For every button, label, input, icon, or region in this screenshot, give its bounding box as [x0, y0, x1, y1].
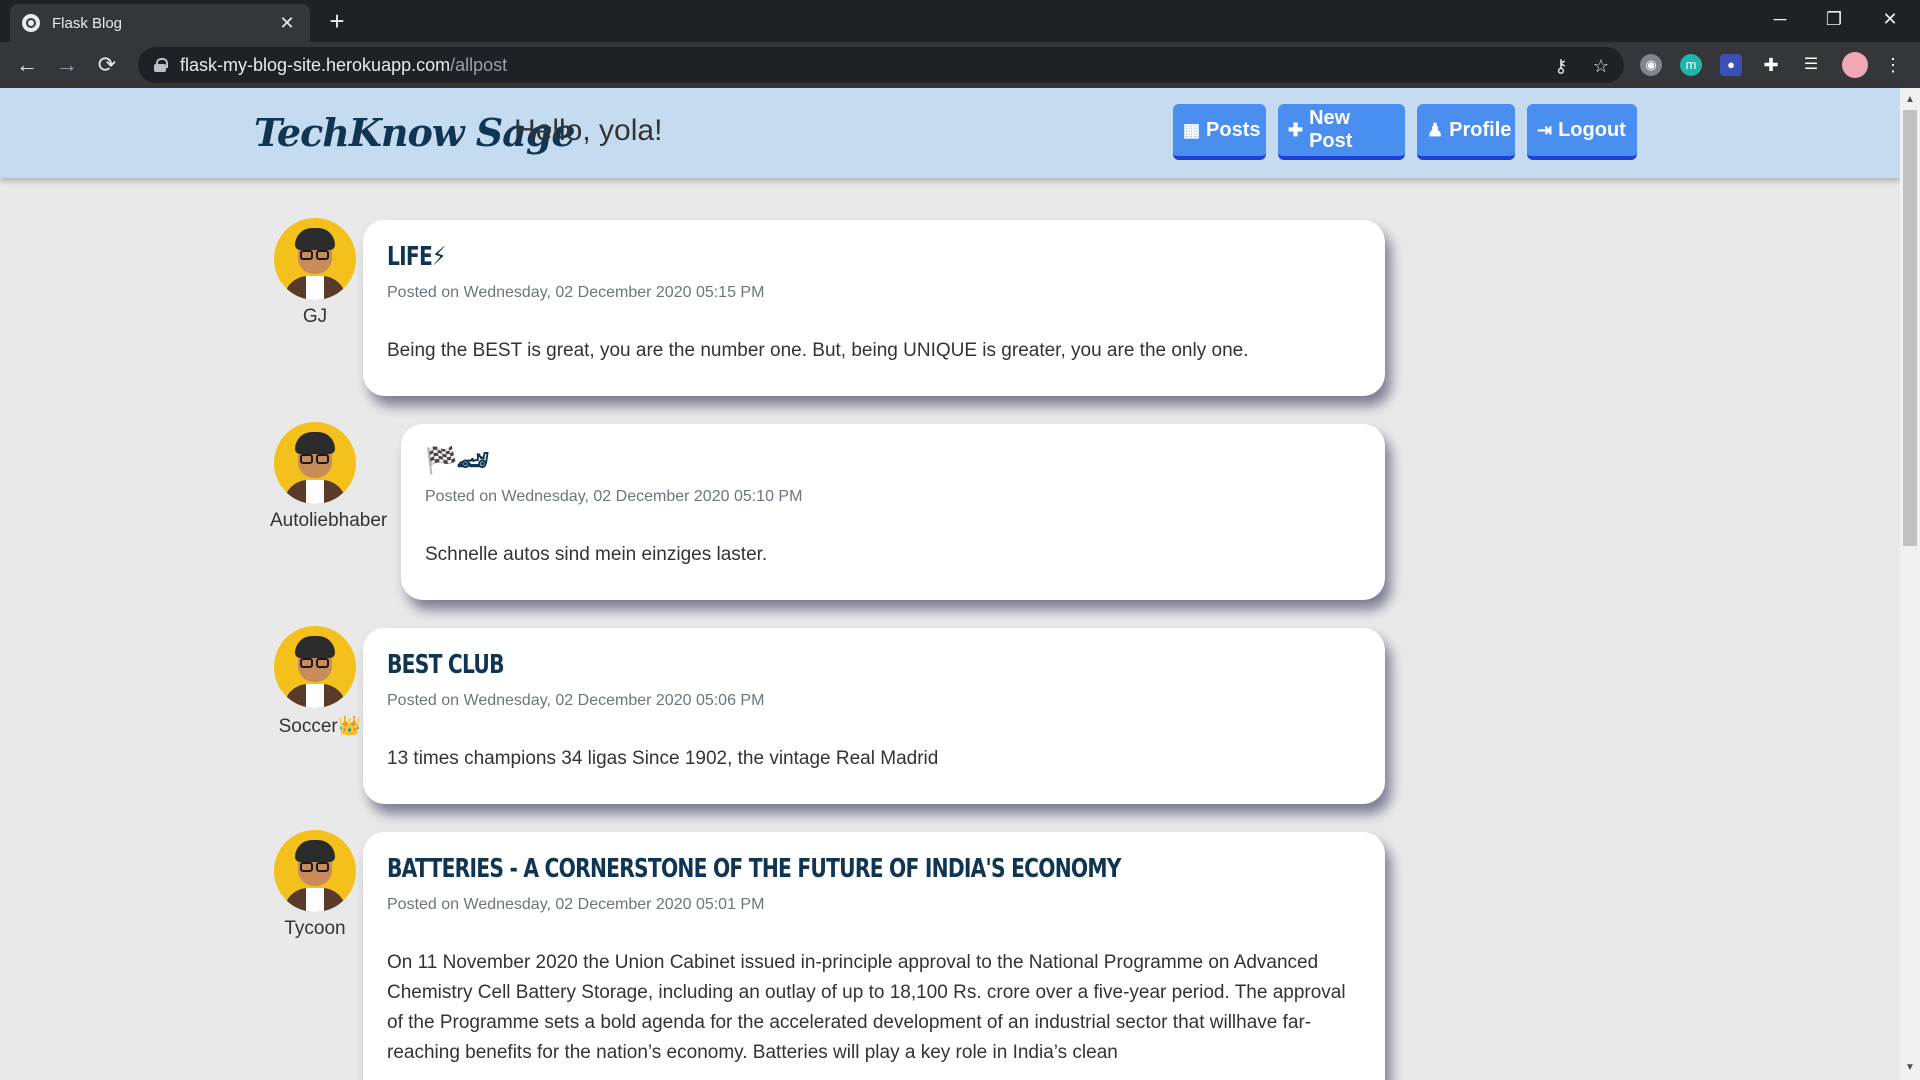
nav-logout-label: Logout [1558, 118, 1626, 141]
avatar [274, 830, 356, 912]
avatar [274, 422, 356, 504]
browser-tabstrip: Flask Blog ✕ + ─ ❐ ✕ [0, 0, 1920, 42]
post-card: 🏁🏎 Posted on Wednesday, 02 December 2020… [401, 424, 1385, 600]
post-date: Posted on Wednesday, 02 December 2020 05… [387, 692, 765, 709]
post-card: BATTERIES - A CORNERSTONE OF THE FUTURE … [363, 832, 1385, 1080]
scrollbar-thumb[interactable] [1903, 110, 1917, 546]
close-tab-icon[interactable]: ✕ [276, 13, 298, 34]
avatar [274, 626, 356, 708]
globe-icon [22, 14, 40, 32]
plus-icon: ✚ [1288, 119, 1304, 140]
post-title[interactable]: BATTERIES - A CORNERSTONE OF THE FUTURE … [387, 854, 1147, 888]
post-content: Schnelle autos sind mein einziges laster… [425, 544, 768, 565]
extension-m-icon[interactable]: m [1680, 54, 1702, 76]
post-content: On 11 November 2020 the Union Cabinet is… [387, 952, 1346, 1063]
nav-profile-label: Profile [1449, 118, 1512, 141]
nav-new-post-label: New Post [1309, 107, 1353, 152]
star-icon[interactable]: ☆ [1590, 55, 1612, 77]
post-title[interactable]: LIFE⚡ [387, 242, 1147, 276]
browser-toolbar: ← → ⟳ flask-my-blog-site.herokuapp.com/a… [0, 42, 1920, 88]
post-feed: GJ LIFE⚡ Posted on Wednesday, 02 Decembe… [0, 178, 1900, 1080]
post-content: 13 times champions 34 ligas Since 1902, … [387, 748, 939, 769]
menu-icon[interactable]: ⋮ [1882, 54, 1904, 76]
reload-icon[interactable]: ⟳ [92, 50, 122, 80]
scroll-down-icon[interactable]: ▼ [1900, 1058, 1920, 1078]
author-name[interactable]: Autoliebhaber [270, 510, 400, 532]
nav-posts-button[interactable]: ▦ Posts [1173, 104, 1266, 160]
profile-avatar-icon[interactable] [1842, 52, 1868, 78]
nav-new-post-button[interactable]: ✚ New Post [1278, 104, 1405, 160]
address-bar[interactable]: flask-my-blog-site.herokuapp.com/allpost… [138, 47, 1624, 83]
window-close-icon[interactable]: ✕ [1862, 0, 1918, 38]
author-name[interactable]: Soccer👑 [270, 714, 370, 738]
nav-posts-label: Posts [1206, 118, 1261, 141]
avatar [274, 218, 356, 300]
key-icon[interactable]: ⚷ [1550, 55, 1572, 77]
post-title[interactable]: 🏁🏎 [425, 446, 1361, 480]
post-date: Posted on Wednesday, 02 December 2020 05… [387, 284, 765, 301]
scroll-up-icon[interactable]: ▲ [1900, 90, 1920, 110]
user-icon: ♟ [1427, 119, 1444, 140]
grid-icon: ▦ [1183, 119, 1201, 140]
post-content: Being the BEST is great, you are the num… [387, 340, 1249, 361]
tab-title: Flask Blog [52, 14, 123, 32]
extension-card-icon[interactable]: ● [1720, 54, 1742, 76]
post-title[interactable]: BEST CLUB [387, 650, 1147, 684]
url-text: flask-my-blog-site.herokuapp.com/allpost [180, 55, 507, 76]
nav-logout-button[interactable]: ⇥ Logout [1527, 104, 1637, 160]
logout-icon: ⇥ [1537, 119, 1553, 140]
puzzle-icon[interactable]: ✚ [1760, 54, 1782, 76]
post-card: BEST CLUB Posted on Wednesday, 02 Decemb… [363, 628, 1385, 804]
lock-icon [154, 58, 168, 72]
post-card: LIFE⚡ Posted on Wednesday, 02 December 2… [363, 220, 1385, 396]
url-host: flask-my-blog-site.herokuapp.com [180, 54, 451, 75]
greeting-text: Hello, yola! [514, 114, 663, 147]
author-name[interactable]: Tycoon [270, 918, 360, 940]
post-date: Posted on Wednesday, 02 December 2020 05… [425, 488, 803, 505]
back-icon[interactable]: ← [12, 50, 42, 80]
media-icon[interactable]: ☰ [1800, 54, 1822, 76]
minimize-icon[interactable]: ─ [1752, 0, 1808, 38]
restore-icon[interactable]: ❐ [1806, 0, 1862, 38]
site-header: TechKnow Sage Hello, yola! ▦ Posts ✚ New… [0, 88, 1900, 178]
camera-icon[interactable]: ◉ [1640, 54, 1662, 76]
forward-icon[interactable]: → [52, 50, 82, 80]
nav-profile-button[interactable]: ♟ Profile [1417, 104, 1515, 160]
new-tab-button[interactable]: + [322, 6, 352, 36]
url-path: /allpost [450, 54, 508, 75]
author-name[interactable]: GJ [270, 306, 360, 328]
browser-tab[interactable]: Flask Blog ✕ [10, 4, 310, 42]
post-date: Posted on Wednesday, 02 December 2020 05… [387, 896, 765, 913]
post-author[interactable]: Autoliebhaber [270, 422, 410, 532]
